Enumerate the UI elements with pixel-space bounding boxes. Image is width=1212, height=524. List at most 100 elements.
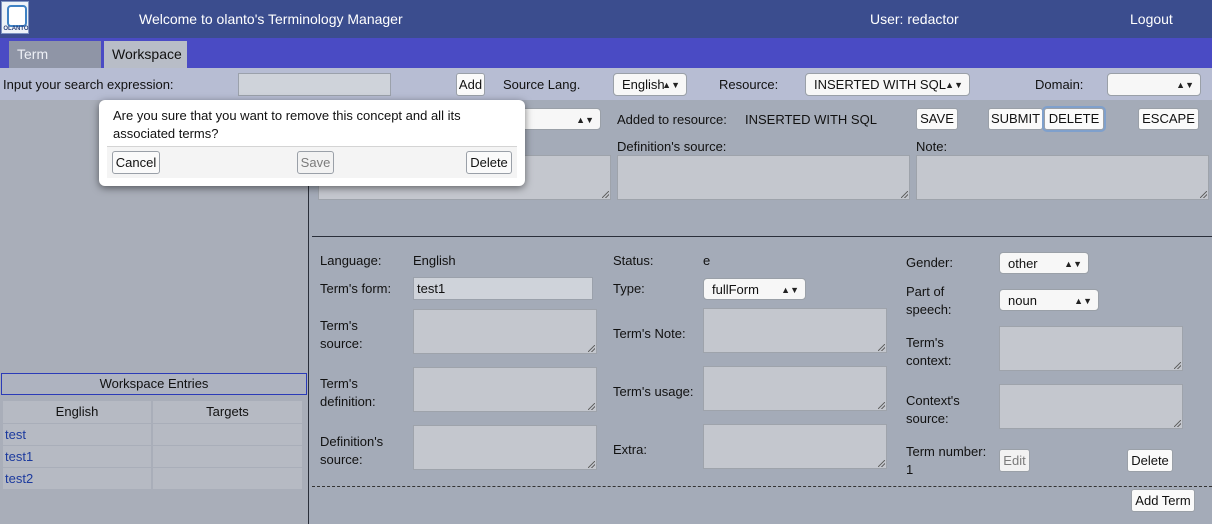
added-to-resource-value: INSERTED WITH SQL (745, 112, 877, 127)
logo-icon (7, 5, 27, 27)
section-divider (312, 236, 1212, 237)
olanto-logo: OLANTO (1, 1, 29, 34)
term-definition-label: Term's definition: (320, 376, 376, 409)
source-lang-select[interactable]: English ▲▼ (613, 73, 687, 96)
term-context-label: Term's context: (906, 335, 952, 368)
status-label: Status: (613, 253, 654, 268)
definition-source-textarea[interactable] (617, 155, 910, 200)
term-number-label: Term number: (906, 444, 987, 459)
resize-grip-icon[interactable] (602, 191, 609, 198)
select-arrows-icon: ▲▼ (1074, 296, 1092, 306)
column-header-targets: Targets (153, 401, 302, 423)
add-search-button[interactable]: Add (456, 73, 485, 96)
concept-select[interactable]: ▲▼ (520, 108, 601, 130)
table-row-targets (153, 468, 302, 489)
domain-select[interactable]: ▲▼ (1107, 73, 1201, 96)
term-note-label: Term's Note: (613, 326, 686, 341)
resize-grip-icon[interactable] (1200, 191, 1207, 198)
resize-grip-icon[interactable] (878, 460, 885, 467)
select-arrows-icon: ▲▼ (1176, 80, 1194, 90)
gender-select[interactable]: other ▲▼ (999, 252, 1089, 274)
resize-grip-icon[interactable] (878, 344, 885, 351)
dialog-delete-button[interactable]: Delete (466, 151, 512, 174)
part-of-speech-label: Part of speech: (906, 284, 952, 317)
dialog-save-button[interactable]: Save (297, 151, 334, 174)
resize-grip-icon[interactable] (901, 191, 908, 198)
table-row-english[interactable]: test2 (3, 468, 151, 489)
added-to-resource-label: Added to resource: (617, 112, 727, 127)
resize-grip-icon[interactable] (588, 403, 595, 410)
select-arrows-icon: ▲▼ (1064, 259, 1082, 269)
term-definition-textarea[interactable] (413, 367, 597, 412)
gender-value: other (1008, 256, 1038, 271)
definition-source-term-label: Definition's source: (320, 434, 384, 467)
column-header-english: English (3, 401, 151, 423)
workspace-entries-header: Workspace Entries (1, 373, 307, 395)
save-button[interactable]: SAVE (916, 108, 958, 130)
resource-select[interactable]: INSERTED WITH SQL ▲▼ (805, 73, 970, 96)
table-row-english[interactable]: test (3, 424, 151, 445)
search-label: Input your search expression: (3, 77, 174, 92)
term-source-textarea[interactable] (413, 309, 597, 354)
term-context-textarea[interactable] (999, 326, 1183, 371)
language-label: Language: (320, 253, 382, 268)
confirm-delete-dialog: Are you sure that you want to remove thi… (99, 100, 525, 186)
logo-text: OLANTO (3, 26, 29, 32)
type-label: Type: (613, 281, 645, 296)
resource-label: Resource: (719, 77, 779, 92)
table-row-english[interactable]: test1 (3, 446, 151, 467)
table-row-targets (153, 424, 302, 445)
term-source-label: Term's source: (320, 318, 363, 351)
gender-label: Gender: (906, 255, 953, 270)
resize-grip-icon[interactable] (588, 345, 595, 352)
table-row-targets (153, 446, 302, 467)
select-arrows-icon: ▲▼ (576, 115, 594, 125)
add-term-button[interactable]: Add Term (1131, 489, 1195, 512)
search-input[interactable] (238, 73, 391, 96)
extra-label: Extra: (613, 442, 647, 457)
dialog-message: Are you sure that you want to remove thi… (113, 108, 461, 141)
select-arrows-icon: ▲▼ (945, 80, 963, 90)
delete-button[interactable]: DELETE (1044, 108, 1104, 130)
term-note-textarea[interactable] (703, 308, 887, 353)
resource-value: INSERTED WITH SQL (814, 77, 946, 92)
type-value: fullForm (712, 282, 759, 297)
logout-link[interactable]: Logout (1130, 11, 1173, 27)
context-source-label: Context's source: (906, 393, 960, 426)
top-bar: OLANTO Welcome to olanto's Terminology M… (0, 0, 1212, 38)
context-source-textarea[interactable] (999, 384, 1183, 429)
resize-grip-icon[interactable] (588, 461, 595, 468)
term-form-input[interactable]: test1 (413, 277, 593, 300)
select-arrows-icon: ▲▼ (662, 80, 680, 90)
search-bar (0, 68, 1212, 100)
user-label: User: redactor (870, 11, 959, 27)
escape-button[interactable]: ESCAPE (1138, 108, 1199, 130)
language-value: English (413, 253, 456, 268)
part-of-speech-value: noun (1008, 293, 1037, 308)
status-value: e (703, 253, 711, 268)
term-usage-label: Term's usage: (613, 384, 694, 399)
source-lang-label: Source Lang. (503, 77, 581, 92)
extra-textarea[interactable] (703, 424, 887, 469)
part-of-speech-select[interactable]: noun ▲▼ (999, 289, 1099, 311)
note-textarea[interactable] (916, 155, 1209, 200)
resize-grip-icon[interactable] (1174, 362, 1181, 369)
select-arrows-icon: ▲▼ (781, 285, 799, 295)
tab-term-search[interactable]: Term Search (9, 41, 101, 89)
definition-source-term-textarea[interactable] (413, 425, 597, 470)
resize-grip-icon[interactable] (878, 402, 885, 409)
definition-source-label: Definition's source: (617, 139, 727, 154)
source-lang-value: English (622, 77, 665, 92)
term-usage-textarea[interactable] (703, 366, 887, 411)
delete-term-button[interactable]: Delete (1127, 449, 1173, 472)
type-select[interactable]: fullForm ▲▼ (703, 278, 806, 300)
submit-button[interactable]: SUBMIT (988, 108, 1043, 130)
term-form-label: Term's form: (320, 281, 392, 296)
note-label: Note: (916, 139, 948, 154)
domain-label: Domain: (1035, 77, 1084, 92)
dialog-cancel-button[interactable]: Cancel (112, 151, 160, 174)
edit-term-button[interactable]: Edit (999, 449, 1030, 472)
term-number-value: 1 (906, 462, 914, 477)
tab-workspace[interactable]: Workspace (104, 41, 187, 68)
resize-grip-icon[interactable] (1174, 420, 1181, 427)
